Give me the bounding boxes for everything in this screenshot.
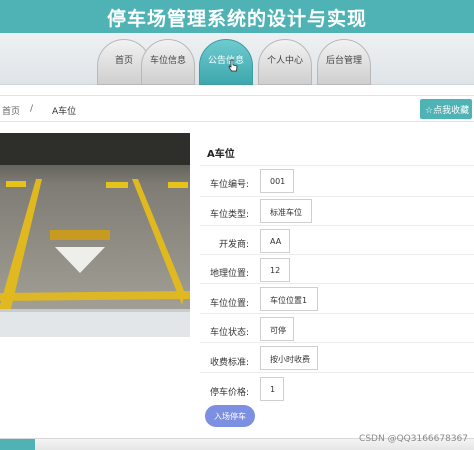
field-value-developer: AA: [260, 229, 290, 253]
detail-title: A车位: [207, 149, 235, 160]
page-title: 停车场管理系统的设计与实现: [106, 8, 367, 30]
field-label-status: 车位状态:: [209, 328, 249, 338]
footer-tab: [0, 439, 35, 450]
breadcrumb-separator: /: [30, 104, 34, 114]
breadcrumb-home[interactable]: 首页: [2, 104, 20, 117]
tab-admin[interactable]: 后台管理: [317, 39, 371, 85]
field-label-number: 车位编号:: [209, 180, 249, 190]
field-label-location: 地理位置:: [209, 269, 249, 279]
field-value-status: 可停: [260, 317, 294, 341]
field-value-type: 标准车位: [260, 199, 312, 223]
collect-button[interactable]: ☆点我收藏: [420, 99, 472, 119]
divider: [200, 225, 474, 226]
field-label-fee: 收费标准:: [209, 358, 249, 368]
divider: [200, 372, 474, 373]
divider: [200, 283, 474, 284]
divider: [200, 254, 474, 255]
field-value-price: 1: [260, 377, 284, 401]
field-value-number: 001: [260, 169, 294, 193]
title-bar: 停车场管理系统的设计与实现: [0, 0, 474, 33]
field-label-developer: 开发商:: [218, 240, 249, 250]
tab-personal-center[interactable]: 个人中心: [258, 39, 312, 85]
divider: [200, 313, 474, 314]
tab-parking-info[interactable]: 车位信息: [141, 39, 195, 85]
field-label-type: 车位类型:: [209, 210, 249, 220]
tab-notices[interactable]: 公告信息: [199, 39, 253, 85]
field-value-position: 车位位置1: [260, 287, 318, 311]
field-value-fee: 按小时收费: [260, 346, 318, 370]
field-value-location: 12: [260, 258, 290, 282]
divider: [200, 196, 474, 197]
enter-parking-button[interactable]: 入场停车: [205, 405, 255, 427]
parking-space-image: [0, 133, 190, 337]
field-label-price: 停车价格:: [209, 388, 249, 398]
breadcrumb-current: A车位: [52, 107, 77, 117]
divider: [200, 342, 474, 343]
field-label-position: 车位位置:: [209, 299, 249, 309]
watermark: CSDN @QQ3166678367: [359, 434, 468, 444]
hand-cursor-icon: [228, 59, 238, 72]
breadcrumb: 首页 / A车位 ☆点我收藏: [0, 95, 474, 122]
divider: [200, 165, 474, 166]
